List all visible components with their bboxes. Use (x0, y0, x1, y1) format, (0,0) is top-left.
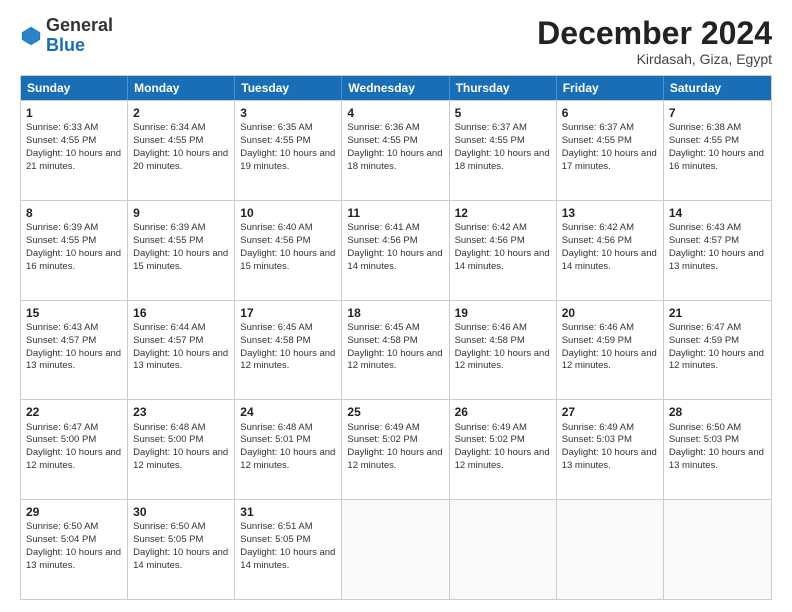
day-number: 18 (347, 305, 443, 321)
day-number: 28 (669, 404, 766, 420)
cal-cell-4-4 (450, 500, 557, 599)
week-row-4: 29Sunrise: 6:50 AMSunset: 5:04 PMDayligh… (21, 499, 771, 599)
cal-cell-0-5: 6Sunrise: 6:37 AMSunset: 4:55 PMDaylight… (557, 101, 664, 200)
location-subtitle: Kirdasah, Giza, Egypt (537, 51, 772, 67)
cal-cell-4-2: 31Sunrise: 6:51 AMSunset: 5:05 PMDayligh… (235, 500, 342, 599)
header-saturday: Saturday (664, 76, 771, 100)
header-monday: Monday (128, 76, 235, 100)
cal-cell-2-0: 15Sunrise: 6:43 AMSunset: 4:57 PMDayligh… (21, 301, 128, 400)
cal-cell-1-0: 8Sunrise: 6:39 AMSunset: 4:55 PMDaylight… (21, 201, 128, 300)
day-number: 19 (455, 305, 551, 321)
day-number: 6 (562, 105, 658, 121)
cal-cell-2-4: 19Sunrise: 6:46 AMSunset: 4:58 PMDayligh… (450, 301, 557, 400)
day-number: 23 (133, 404, 229, 420)
cal-cell-4-1: 30Sunrise: 6:50 AMSunset: 5:05 PMDayligh… (128, 500, 235, 599)
day-number: 27 (562, 404, 658, 420)
day-number: 24 (240, 404, 336, 420)
day-number: 5 (455, 105, 551, 121)
cal-cell-3-6: 28Sunrise: 6:50 AMSunset: 5:03 PMDayligh… (664, 400, 771, 499)
day-number: 20 (562, 305, 658, 321)
header-sunday: Sunday (21, 76, 128, 100)
day-number: 8 (26, 205, 122, 221)
cal-cell-1-3: 11Sunrise: 6:41 AMSunset: 4:56 PMDayligh… (342, 201, 449, 300)
cal-cell-2-5: 20Sunrise: 6:46 AMSunset: 4:59 PMDayligh… (557, 301, 664, 400)
day-number: 9 (133, 205, 229, 221)
day-number: 13 (562, 205, 658, 221)
day-number: 25 (347, 404, 443, 420)
cal-cell-3-2: 24Sunrise: 6:48 AMSunset: 5:01 PMDayligh… (235, 400, 342, 499)
day-number: 2 (133, 105, 229, 121)
header-thursday: Thursday (450, 76, 557, 100)
day-number: 14 (669, 205, 766, 221)
day-number: 29 (26, 504, 122, 520)
cal-cell-0-3: 4Sunrise: 6:36 AMSunset: 4:55 PMDaylight… (342, 101, 449, 200)
cal-cell-2-6: 21Sunrise: 6:47 AMSunset: 4:59 PMDayligh… (664, 301, 771, 400)
day-number: 10 (240, 205, 336, 221)
header-tuesday: Tuesday (235, 76, 342, 100)
cal-cell-0-0: 1Sunrise: 6:33 AMSunset: 4:55 PMDaylight… (21, 101, 128, 200)
day-number: 12 (455, 205, 551, 221)
cal-cell-4-0: 29Sunrise: 6:50 AMSunset: 5:04 PMDayligh… (21, 500, 128, 599)
day-number: 3 (240, 105, 336, 121)
cal-cell-3-1: 23Sunrise: 6:48 AMSunset: 5:00 PMDayligh… (128, 400, 235, 499)
cal-cell-3-4: 26Sunrise: 6:49 AMSunset: 5:02 PMDayligh… (450, 400, 557, 499)
cal-cell-2-3: 18Sunrise: 6:45 AMSunset: 4:58 PMDayligh… (342, 301, 449, 400)
cal-cell-3-3: 25Sunrise: 6:49 AMSunset: 5:02 PMDayligh… (342, 400, 449, 499)
cal-cell-4-3 (342, 500, 449, 599)
day-number: 4 (347, 105, 443, 121)
day-number: 17 (240, 305, 336, 321)
logo: General Blue (20, 16, 113, 56)
day-number: 15 (26, 305, 122, 321)
cal-cell-4-6 (664, 500, 771, 599)
cal-cell-2-1: 16Sunrise: 6:44 AMSunset: 4:57 PMDayligh… (128, 301, 235, 400)
calendar-body: 1Sunrise: 6:33 AMSunset: 4:55 PMDaylight… (21, 100, 771, 599)
day-number: 26 (455, 404, 551, 420)
header-friday: Friday (557, 76, 664, 100)
week-row-0: 1Sunrise: 6:33 AMSunset: 4:55 PMDaylight… (21, 100, 771, 200)
title-block: December 2024 Kirdasah, Giza, Egypt (537, 16, 772, 67)
page: General Blue December 2024 Kirdasah, Giz… (0, 0, 792, 612)
cal-cell-0-2: 3Sunrise: 6:35 AMSunset: 4:55 PMDaylight… (235, 101, 342, 200)
day-number: 7 (669, 105, 766, 121)
cal-cell-1-1: 9Sunrise: 6:39 AMSunset: 4:55 PMDaylight… (128, 201, 235, 300)
logo-blue-text: Blue (46, 35, 85, 55)
day-number: 11 (347, 205, 443, 221)
cal-cell-1-2: 10Sunrise: 6:40 AMSunset: 4:56 PMDayligh… (235, 201, 342, 300)
cal-cell-1-6: 14Sunrise: 6:43 AMSunset: 4:57 PMDayligh… (664, 201, 771, 300)
cal-cell-3-5: 27Sunrise: 6:49 AMSunset: 5:03 PMDayligh… (557, 400, 664, 499)
week-row-1: 8Sunrise: 6:39 AMSunset: 4:55 PMDaylight… (21, 200, 771, 300)
logo-icon (20, 25, 42, 47)
week-row-2: 15Sunrise: 6:43 AMSunset: 4:57 PMDayligh… (21, 300, 771, 400)
cal-cell-0-6: 7Sunrise: 6:38 AMSunset: 4:55 PMDaylight… (664, 101, 771, 200)
calendar: Sunday Monday Tuesday Wednesday Thursday… (20, 75, 772, 600)
cal-cell-1-5: 13Sunrise: 6:42 AMSunset: 4:56 PMDayligh… (557, 201, 664, 300)
header-wednesday: Wednesday (342, 76, 449, 100)
cal-cell-3-0: 22Sunrise: 6:47 AMSunset: 5:00 PMDayligh… (21, 400, 128, 499)
day-number: 30 (133, 504, 229, 520)
cal-cell-0-1: 2Sunrise: 6:34 AMSunset: 4:55 PMDaylight… (128, 101, 235, 200)
cal-cell-2-2: 17Sunrise: 6:45 AMSunset: 4:58 PMDayligh… (235, 301, 342, 400)
calendar-header: Sunday Monday Tuesday Wednesday Thursday… (21, 76, 771, 100)
day-number: 31 (240, 504, 336, 520)
month-title: December 2024 (537, 16, 772, 51)
header: General Blue December 2024 Kirdasah, Giz… (20, 16, 772, 67)
cal-cell-4-5 (557, 500, 664, 599)
cal-cell-1-4: 12Sunrise: 6:42 AMSunset: 4:56 PMDayligh… (450, 201, 557, 300)
day-number: 21 (669, 305, 766, 321)
logo-general-text: General (46, 15, 113, 35)
day-number: 1 (26, 105, 122, 121)
cal-cell-0-4: 5Sunrise: 6:37 AMSunset: 4:55 PMDaylight… (450, 101, 557, 200)
week-row-3: 22Sunrise: 6:47 AMSunset: 5:00 PMDayligh… (21, 399, 771, 499)
day-number: 16 (133, 305, 229, 321)
day-number: 22 (26, 404, 122, 420)
